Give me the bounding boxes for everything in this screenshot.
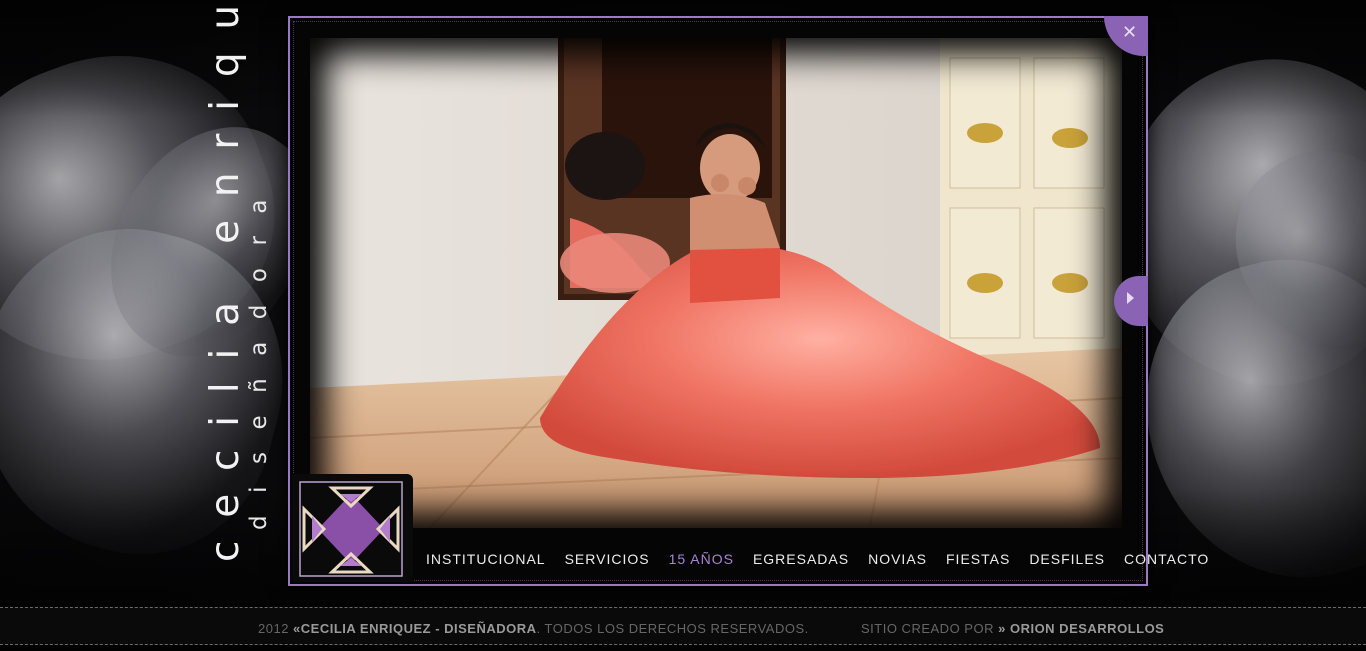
nav-item-desfiles[interactable]: DESFILES (1029, 551, 1105, 571)
footer: 2012 «CECILIA ENRIQUEZ - DISEÑADORA. TOD… (0, 607, 1366, 645)
footer-prefix: « (293, 621, 301, 636)
footer-credit-link[interactable]: ORION DESARROLLOS (1010, 621, 1164, 636)
main-nav: INSTITUCIONAL SERVICIOS 15 AÑOS EGRESADA… (426, 551, 1228, 571)
brand-name: cecilia enriquez (203, 0, 248, 562)
nav-item-egresadas[interactable]: EGRESADAS (753, 551, 849, 571)
close-icon: ✕ (1122, 22, 1138, 43)
chevron-right-icon (1127, 292, 1134, 304)
footer-year: 2012 (258, 621, 289, 636)
nav-item-contacto[interactable]: CONTACTO (1124, 551, 1209, 571)
nav-item-novias[interactable]: NOVIAS (868, 551, 927, 571)
footer-credit-label: SITIO CREADO POR (861, 621, 994, 636)
nav-item-servicios[interactable]: SERVICIOS (565, 551, 650, 571)
gallery-photo (310, 38, 1122, 528)
brand-subtitle: diseñadora (246, 176, 272, 530)
footer-rights: . TODOS LOS DERECHOS RESERVADOS. (536, 621, 809, 636)
footer-company: CECILIA ENRIQUEZ - DISEÑADORA (300, 621, 537, 636)
logo (292, 474, 413, 582)
footer-text: 2012 «CECILIA ENRIQUEZ - DISEÑADORA. TOD… (258, 621, 1164, 636)
footer-credit-sep: » (998, 621, 1006, 636)
nav-item-15-anos[interactable]: 15 AÑOS (669, 551, 734, 571)
nav-item-institucional[interactable]: INSTITUCIONAL (426, 551, 546, 571)
nav-item-fiestas[interactable]: FIESTAS (946, 551, 1010, 571)
gallery-frame: ✕ INSTITUCIONAL SERVICIOS 15 AÑOS EGRESA… (288, 16, 1208, 586)
